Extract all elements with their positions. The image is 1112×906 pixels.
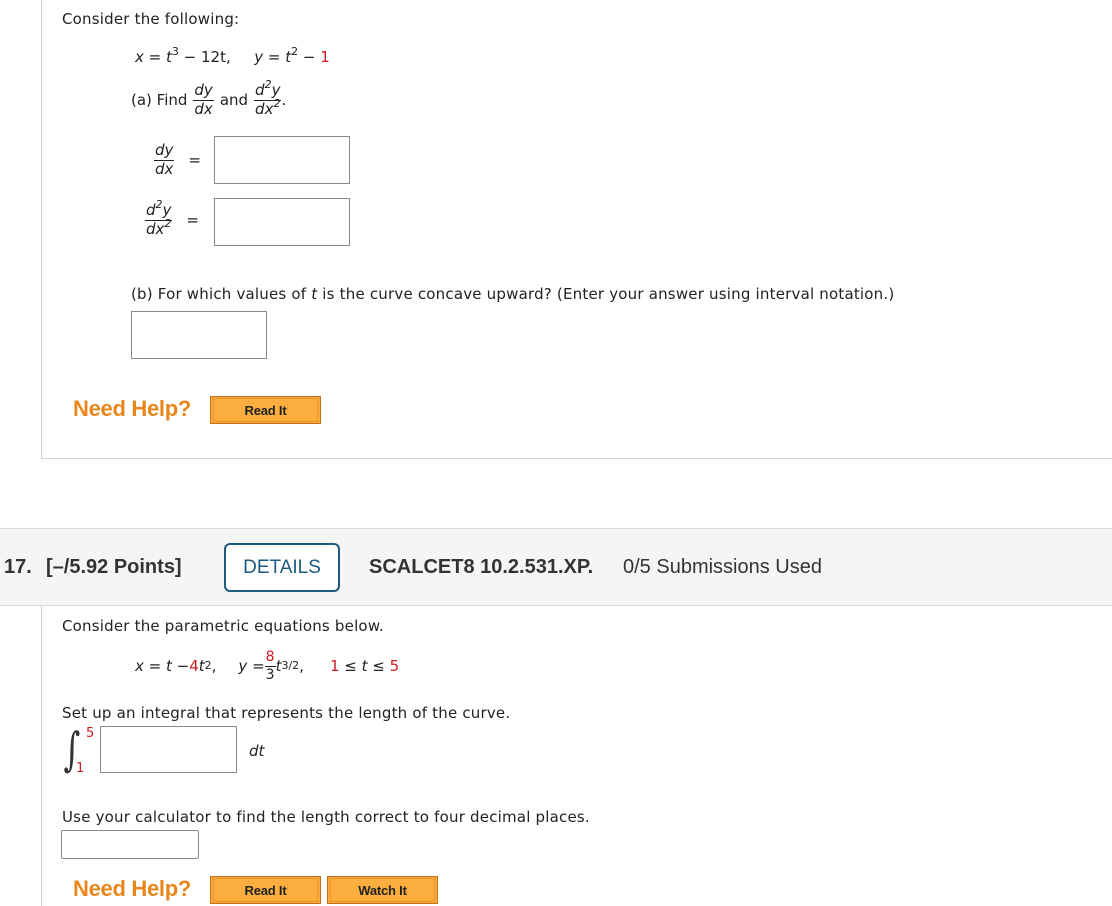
y-equation-lhs: y = bbox=[254, 48, 286, 66]
read-it-label: Read It bbox=[213, 398, 318, 422]
x-coefficient: 4 bbox=[189, 657, 199, 676]
details-button[interactable]: DETAILS bbox=[224, 543, 340, 592]
parametric-equations: x = t − 4t2, y = 8 3 t 3/2, 1 ≤ t ≤ 5 bbox=[135, 649, 400, 683]
part-b-prompt: (b) For which values of t is the curve c… bbox=[131, 285, 894, 303]
card-bottom-border bbox=[41, 458, 1112, 459]
dx-symbol: dx bbox=[146, 219, 165, 238]
exponent: 2 bbox=[273, 96, 281, 110]
y-constant: 1 bbox=[320, 48, 330, 66]
d2y-dx2-fraction: d2y dx2 bbox=[145, 199, 173, 238]
and-word: and bbox=[219, 91, 249, 110]
read-it-label: Read It bbox=[213, 878, 318, 902]
fraction-denominator: 3 bbox=[265, 666, 275, 683]
dy-dx-fraction: dy dx bbox=[154, 141, 175, 178]
card-left-border bbox=[41, 606, 42, 906]
fraction-denominator: dx2 bbox=[145, 218, 172, 238]
d2y-dx2-label: d2y dx2 = bbox=[145, 199, 199, 238]
period: . bbox=[281, 91, 287, 110]
length-answer-input[interactable] bbox=[61, 830, 199, 859]
exponent: 2 bbox=[155, 198, 163, 211]
y-minus: − bbox=[298, 48, 321, 66]
part-b-answer-input[interactable] bbox=[131, 311, 267, 359]
x-equation-rest: − 12t, bbox=[178, 48, 231, 66]
y-coefficient-fraction: 8 3 bbox=[264, 649, 276, 683]
x-comma: , bbox=[211, 657, 217, 676]
range-lower: 1 bbox=[329, 657, 340, 676]
card-left-border bbox=[41, 0, 42, 458]
x-equation-lhs: x = bbox=[135, 48, 166, 66]
dy-dx-fraction: dy dx bbox=[193, 81, 214, 118]
range-upper: 5 bbox=[389, 657, 400, 676]
dy-dx-label: dy dx = bbox=[154, 141, 201, 178]
d2y-dx2-answer-input[interactable] bbox=[214, 198, 350, 246]
parametric-equations: x = t3 − 12t, y = t2 − 1 bbox=[135, 45, 330, 66]
length-prompt: Use your calculator to find the length c… bbox=[62, 808, 590, 826]
fraction-numerator: dy bbox=[154, 141, 175, 161]
question-points: [–/5.92 Points] bbox=[46, 556, 182, 578]
x-equation-lhs: x = t − bbox=[135, 657, 190, 676]
x-exponent: 3 bbox=[171, 45, 179, 58]
part-a-prefix: (a) Find bbox=[131, 91, 188, 110]
exponent: 2 bbox=[164, 216, 172, 230]
part-b-prefix: (b) For which values of bbox=[131, 285, 312, 303]
submissions-used: 0/5 Submissions Used bbox=[623, 556, 822, 578]
d-symbol: d bbox=[255, 81, 265, 99]
integrand-input[interactable] bbox=[100, 726, 237, 773]
integral-lower-limit: 1 bbox=[76, 761, 85, 776]
watch-it-label: Watch It bbox=[330, 878, 435, 902]
part-a-prompt: (a) Find dy dx and d2y dx2 . bbox=[131, 79, 287, 118]
problem-intro: Consider the following: bbox=[62, 10, 240, 28]
watch-it-button[interactable]: Watch It bbox=[327, 876, 438, 904]
fraction-denominator: dx bbox=[194, 99, 213, 118]
fraction-denominator: dx bbox=[155, 159, 174, 178]
range-inequality: ≤ t ≤ bbox=[339, 657, 390, 676]
integral-upper-limit: 5 bbox=[86, 726, 95, 741]
problem-intro: Consider the parametric equations below. bbox=[62, 617, 384, 635]
x-base: t bbox=[198, 657, 205, 676]
d-symbol: d bbox=[146, 201, 156, 219]
need-help-label: Need Help? bbox=[73, 396, 192, 421]
need-help-label: Need Help? bbox=[73, 876, 192, 901]
part-b-suffix: is the curve concave upward? (Enter your… bbox=[317, 285, 895, 303]
integral-prompt: Set up an integral that represents the l… bbox=[62, 704, 511, 722]
read-it-button[interactable]: Read It bbox=[210, 396, 321, 424]
integral-differential: dt bbox=[249, 742, 265, 760]
fraction-denominator: dx2 bbox=[254, 98, 281, 118]
y-comma: , bbox=[299, 657, 304, 676]
d2y-dx2-fraction: d2y dx2 bbox=[254, 79, 282, 118]
equals-sign: = bbox=[186, 211, 199, 230]
y-equation-lhs: y = bbox=[238, 657, 265, 676]
dy-dx-answer-input[interactable] bbox=[214, 136, 350, 184]
question-code: SCALCET8 10.2.531.XP. bbox=[369, 556, 594, 578]
fraction-numerator: dy bbox=[193, 81, 214, 101]
fraction-numerator: 8 bbox=[264, 649, 276, 667]
dx-symbol: dx bbox=[255, 99, 274, 118]
equals-sign: = bbox=[188, 151, 201, 170]
read-it-button[interactable]: Read It bbox=[210, 876, 321, 904]
question-number: 17. bbox=[4, 556, 32, 578]
exponent: 2 bbox=[264, 78, 272, 91]
